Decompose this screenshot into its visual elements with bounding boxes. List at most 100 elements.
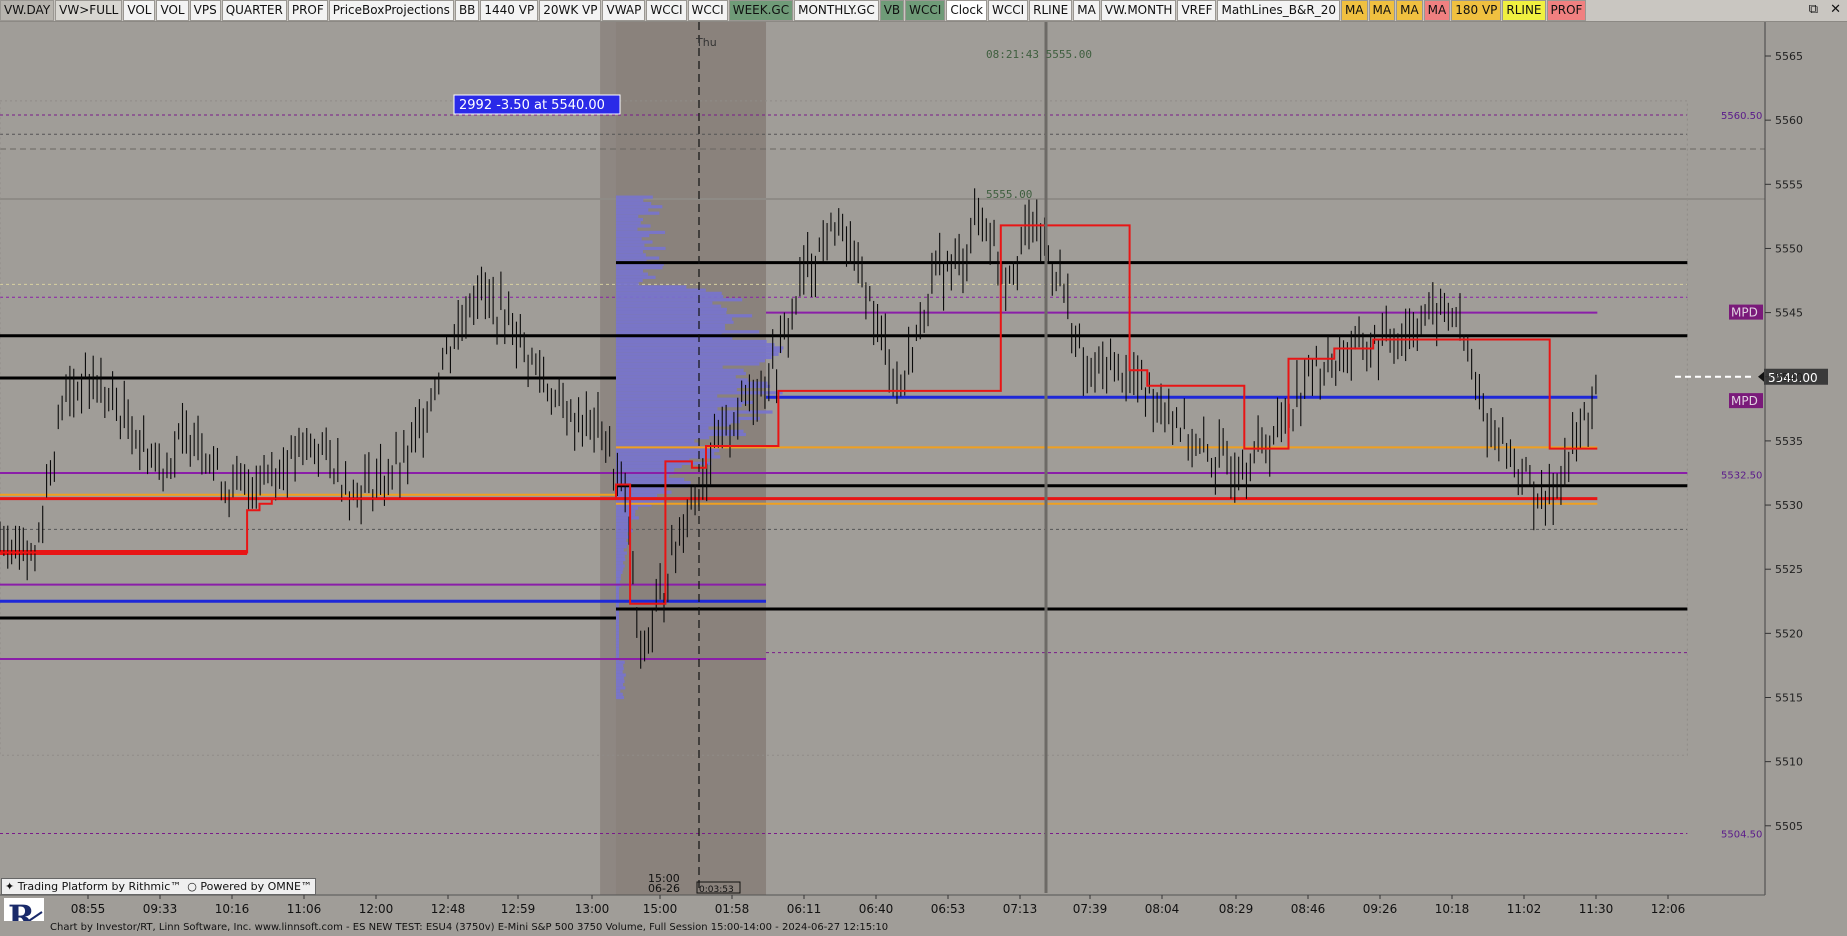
profile-bar bbox=[615, 618, 619, 623]
toolbar-button-19[interactable]: WCCI bbox=[987, 0, 1029, 21]
profile-bar bbox=[615, 660, 625, 664]
profile-bar bbox=[615, 574, 621, 578]
x-tick-label-12: 06:53 bbox=[931, 902, 966, 916]
toolbar-button-24[interactable]: MathLines_B&R_20 bbox=[1217, 0, 1340, 21]
restore-icon[interactable]: ⧉ bbox=[1803, 0, 1824, 21]
profile-bar bbox=[615, 250, 643, 254]
toolbar-button-14[interactable]: WEEK.GC bbox=[728, 0, 794, 21]
profile-bar bbox=[615, 227, 638, 231]
profile-bar bbox=[615, 368, 744, 372]
profile-bar bbox=[615, 307, 727, 311]
window-controls: ⧉ ✕ bbox=[1803, 0, 1847, 21]
profile-bar bbox=[615, 670, 623, 674]
close-icon[interactable]: ✕ bbox=[1824, 0, 1847, 21]
profile-bar bbox=[615, 442, 699, 446]
profile-bar bbox=[615, 359, 765, 363]
toolbar-button-9[interactable]: 1440 VP bbox=[480, 0, 539, 21]
toolbar-button-4[interactable]: VPS bbox=[189, 0, 221, 21]
profile-bar bbox=[615, 590, 619, 594]
profile-bar bbox=[615, 545, 627, 549]
toolbar-button-15[interactable]: MONTHLY.GC bbox=[794, 0, 879, 21]
x-tick-label-6: 12:59 bbox=[501, 902, 536, 916]
profile-bar bbox=[615, 667, 624, 671]
toolbar-button-28[interactable]: MA bbox=[1423, 0, 1451, 21]
x-tick-label-8: 15:00 bbox=[643, 902, 678, 916]
profile-bar bbox=[615, 686, 626, 690]
toolbar-button-25[interactable]: MA bbox=[1340, 0, 1368, 21]
toolbar-button-27[interactable]: MA bbox=[1396, 0, 1423, 21]
timer-label: 0:03:53 bbox=[699, 885, 734, 895]
toolbar-button-2[interactable]: VOL bbox=[123, 0, 156, 21]
x-tick-label-14: 07:39 bbox=[1073, 902, 1108, 916]
profile-bar bbox=[615, 413, 737, 417]
profile-bar bbox=[615, 679, 625, 684]
toolbar-button-23[interactable]: VREF bbox=[1177, 0, 1217, 21]
toolbar-button-21[interactable]: MA bbox=[1073, 0, 1100, 21]
profile-bar bbox=[615, 532, 628, 536]
profile-bar bbox=[615, 266, 663, 270]
toolbar-button-13[interactable]: WCCI bbox=[687, 0, 728, 21]
mpd-label-0: MPD bbox=[1731, 306, 1758, 320]
profile-bar bbox=[615, 631, 619, 635]
profile-bar bbox=[615, 464, 682, 469]
profile-bar bbox=[615, 346, 784, 350]
toolbar-button-22[interactable]: VW.MONTH bbox=[1100, 0, 1177, 21]
toolbar-button-11[interactable]: VWAP bbox=[602, 0, 646, 21]
toolbar-button-6[interactable]: PROF bbox=[287, 0, 328, 21]
toolbar-button-5[interactable]: QUARTER bbox=[221, 0, 287, 21]
profile-bar bbox=[615, 689, 621, 693]
profile-bar bbox=[615, 612, 619, 616]
toolbar-button-20[interactable]: RLINE bbox=[1029, 0, 1073, 21]
profile-bar bbox=[615, 695, 624, 700]
profile-bar bbox=[615, 256, 660, 260]
y-tick-label-9: 5550 bbox=[1775, 242, 1803, 255]
toolbar-button-17[interactable]: WCCI bbox=[905, 0, 946, 21]
toolbar-button-26[interactable]: MA bbox=[1368, 0, 1396, 21]
profile-bar bbox=[615, 683, 623, 687]
x-tick-label-1: 09:33 bbox=[143, 902, 178, 916]
price-tooltip-text: 2992 -3.50 at 5540.00 bbox=[459, 98, 605, 113]
toolbar-button-7[interactable]: PriceBoxProjections bbox=[328, 0, 454, 21]
toolbar-button-16[interactable]: VB bbox=[879, 0, 905, 21]
y-tick-label-1: 5510 bbox=[1775, 756, 1803, 769]
profile-bar bbox=[615, 448, 720, 453]
profile-bar bbox=[615, 304, 722, 308]
toolbar-button-1[interactable]: VW>FULL bbox=[55, 0, 123, 21]
profile-bar bbox=[615, 327, 726, 331]
price-chart[interactable]: Thu 08:21:43 5555.00 5555.00 15:00 06-26 0:03… bbox=[0, 22, 1847, 921]
profile-bar bbox=[615, 343, 775, 347]
toolbar-button-12[interactable]: WCCI bbox=[646, 0, 687, 21]
session-date-label: 06-26 bbox=[648, 882, 680, 895]
profile-bar bbox=[615, 538, 627, 542]
profile-bar bbox=[615, 230, 666, 235]
profile-bar bbox=[615, 493, 658, 498]
profile-bar bbox=[615, 381, 768, 385]
profile-bar bbox=[615, 650, 619, 655]
profile-bar bbox=[615, 596, 619, 600]
profile-bar bbox=[615, 387, 737, 392]
profile-bar bbox=[615, 557, 626, 562]
profile-bar bbox=[615, 375, 736, 379]
y-tick-label-11: 5560 bbox=[1775, 114, 1803, 127]
x-tick-label-0: 08:55 bbox=[71, 902, 106, 916]
profile-bar bbox=[615, 570, 623, 575]
profile-bar bbox=[615, 311, 727, 315]
toolbar-button-29[interactable]: 180 VP bbox=[1451, 0, 1502, 21]
profile-bar bbox=[615, 243, 645, 247]
toolbar-button-0[interactable]: VW.DAY bbox=[0, 0, 55, 21]
profile-bar bbox=[615, 240, 653, 244]
profile-bar bbox=[615, 423, 731, 427]
toolbar-button-8[interactable]: BB bbox=[454, 0, 480, 21]
profile-bar bbox=[615, 426, 709, 430]
toolbar-button-30[interactable]: RLINE bbox=[1502, 0, 1546, 21]
toolbar-button-31[interactable]: PROF bbox=[1546, 0, 1587, 21]
toolbar-button-3[interactable]: VOL bbox=[156, 0, 189, 21]
toolbar-button-10[interactable]: 20WK VP bbox=[539, 0, 602, 21]
profile-bar bbox=[615, 567, 624, 571]
x-tick-label-4: 12:00 bbox=[359, 902, 394, 916]
profile-bar bbox=[615, 234, 650, 238]
profile-bar bbox=[615, 208, 649, 212]
profile-bar bbox=[615, 214, 639, 218]
profile-bar bbox=[615, 516, 639, 520]
toolbar-button-18[interactable]: Clock bbox=[946, 0, 987, 21]
